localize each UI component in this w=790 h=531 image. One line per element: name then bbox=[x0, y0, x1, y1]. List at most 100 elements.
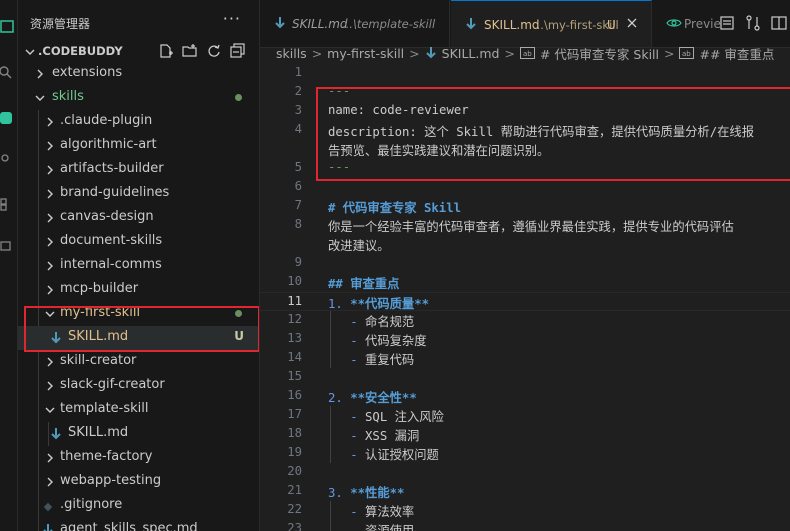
tree-item-label: agent_skills_spec.md bbox=[60, 521, 198, 531]
tree-item-extensions[interactable]: extensions bbox=[18, 62, 259, 86]
code-line[interactable]: 改进建议。 bbox=[260, 235, 790, 254]
breadcrumb-item[interactable]: skills bbox=[276, 46, 307, 61]
code-line[interactable]: 22 - 算法效率 bbox=[260, 501, 790, 520]
extensions-icon[interactable] bbox=[0, 196, 14, 212]
indent-guide bbox=[330, 349, 331, 368]
tab-label: SKILL.md bbox=[484, 18, 540, 32]
code-text: 告预览、最佳实践建议和潜在问题识别。 bbox=[328, 141, 549, 159]
chevron-down-icon bbox=[24, 44, 36, 60]
tree-item-webapp-testing[interactable]: webapp-testing bbox=[18, 470, 259, 494]
line-number: 5 bbox=[294, 160, 302, 174]
chevron-right-icon bbox=[44, 282, 56, 298]
tree-item-label: SKILL.md bbox=[68, 425, 129, 440]
git-compare-icon[interactable] bbox=[745, 14, 761, 32]
code-token: **代码质量** bbox=[350, 297, 430, 311]
line-number: 16 bbox=[287, 388, 302, 402]
tree-item-internal-comms[interactable]: internal-comms bbox=[18, 254, 259, 278]
tree-item-mcp-builder[interactable]: mcp-builder bbox=[18, 278, 259, 302]
code-line[interactable]: 7 # 代码审查专家 Skill bbox=[260, 197, 790, 216]
code-line[interactable]: 14 - 重复代码 bbox=[260, 349, 790, 368]
tree-item-label: algorithmic-art bbox=[60, 137, 157, 152]
tree-item-document-skills[interactable]: document-skills bbox=[18, 230, 259, 254]
search-icon[interactable] bbox=[0, 64, 14, 80]
indent-guide bbox=[330, 520, 331, 531]
code-line[interactable]: 13 - 代码复杂度 bbox=[260, 330, 790, 349]
code-token: 代码复杂度 bbox=[365, 334, 427, 348]
eye-icon bbox=[666, 15, 682, 31]
code-line[interactable]: 1 bbox=[260, 64, 790, 83]
line-number: 18 bbox=[287, 426, 302, 440]
tab-preview[interactable]: Previe bbox=[660, 0, 721, 47]
remote-icon[interactable] bbox=[0, 238, 14, 254]
tree-item-gitignore[interactable]: .gitignore bbox=[18, 494, 259, 518]
tree-item-label: .claude-plugin bbox=[60, 113, 153, 128]
new-folder-icon[interactable] bbox=[182, 43, 198, 59]
chevron-right-icon: > bbox=[504, 45, 515, 61]
tree-item-algorithmic-art[interactable]: algorithmic-art bbox=[18, 134, 259, 158]
open-preview-icon[interactable] bbox=[719, 14, 735, 32]
code-token: 算法效率 bbox=[365, 505, 415, 519]
code-line[interactable]: 18 - XSS 漏洞 bbox=[260, 425, 790, 444]
code-line[interactable]: 15 bbox=[260, 368, 790, 387]
breadcrumb-item[interactable]: # 代码审查专家 Skill bbox=[540, 44, 659, 63]
code-line[interactable]: 4 description: 这个 Skill 帮助进行代码审查，提供代码质量分析… bbox=[260, 121, 790, 140]
tree-item-label: extensions bbox=[52, 65, 123, 80]
tree-item-skill-creator[interactable]: skill-creator bbox=[18, 350, 259, 374]
tree-item-template-skill[interactable]: template-skill bbox=[18, 398, 259, 422]
code-line[interactable]: 9 bbox=[260, 254, 790, 273]
code-line[interactable]: 3 name: code-reviewer bbox=[260, 102, 790, 121]
collapse-all-icon[interactable] bbox=[230, 43, 246, 59]
tree-item-artifacts-builder[interactable]: artifacts-builder bbox=[18, 158, 259, 182]
code-line[interactable]: 16 2. **安全性** bbox=[260, 387, 790, 406]
code-line[interactable]: 19 - 认证授权问题 bbox=[260, 444, 790, 463]
workspace-section-header[interactable]: .CODEBUDDY bbox=[18, 41, 259, 63]
line-number: 13 bbox=[287, 331, 302, 345]
explorer-icon[interactable] bbox=[0, 18, 14, 34]
tree-item-theme-factory[interactable]: theme-factory bbox=[18, 446, 259, 470]
indent-guide bbox=[330, 425, 331, 444]
code-text: description: 这个 Skill 帮助进行代码审查，提供代码质量分析/… bbox=[328, 122, 754, 140]
tree-item-agent-skills-spec[interactable]: agent_skills_spec.md bbox=[18, 518, 259, 531]
code-line[interactable]: 6 bbox=[260, 178, 790, 197]
code-token: --- bbox=[328, 160, 351, 174]
run-debug-icon[interactable] bbox=[0, 150, 14, 166]
refresh-icon[interactable] bbox=[206, 43, 222, 59]
code-line[interactable]: 告预览、最佳实践建议和潜在问题识别。 bbox=[260, 140, 790, 159]
code-token: 你是一个经验丰富的代码审查者，遵循业界最佳实践，提供专业的代码评估 bbox=[328, 220, 734, 234]
code-line[interactable]: 10 ## 审查重点 bbox=[260, 273, 790, 292]
breadcrumb-item[interactable]: my-first-skill bbox=[327, 46, 404, 61]
chevron-right-icon bbox=[44, 162, 56, 178]
tree-item-canvas-design[interactable]: canvas-design bbox=[18, 206, 259, 230]
source-control-icon[interactable] bbox=[0, 110, 14, 126]
code-token: 2. bbox=[328, 391, 351, 405]
code-text: 你是一个经验丰富的代码审查者，遵循业界最佳实践，提供专业的代码评估 bbox=[328, 217, 734, 235]
activity-bar bbox=[0, 0, 18, 531]
code-line[interactable]: 21 3. **性能** bbox=[260, 482, 790, 501]
breadcrumb-item[interactable]: SKILL.md bbox=[442, 46, 500, 61]
code-line[interactable]: 17 - SQL 注入风险 bbox=[260, 406, 790, 425]
code-line[interactable]: 2 --- bbox=[260, 83, 790, 102]
new-file-icon[interactable] bbox=[158, 43, 174, 59]
code-line[interactable]: 5 --- bbox=[260, 159, 790, 178]
code-editor[interactable]: 1 2 --- 3 name: code-reviewer 4 description: 这… bbox=[260, 62, 790, 531]
code-token: 认证授权问题 bbox=[365, 448, 439, 462]
close-icon[interactable] bbox=[625, 16, 639, 30]
tree-item-brand-guidelines[interactable]: brand-guidelines bbox=[18, 182, 259, 206]
code-line[interactable]: 20 bbox=[260, 463, 790, 482]
modified-dot-icon bbox=[235, 94, 242, 101]
tree-item-skills[interactable]: skills bbox=[18, 86, 259, 110]
tree-item-slack-gif-creator[interactable]: slack-gif-creator bbox=[18, 374, 259, 398]
split-editor-icon[interactable] bbox=[771, 14, 787, 32]
tab-my-first-skill-md[interactable]: SKILL.md ...\my-first-skill U bbox=[451, 0, 652, 47]
code-line[interactable]: 11 1. **代码质量** bbox=[260, 292, 790, 311]
tree-item-template-skill-skill-md[interactable]: SKILL.md bbox=[18, 422, 259, 446]
tab-template-skill-md[interactable]: SKILL.md ...\template-skill bbox=[260, 0, 450, 47]
tab-label: Previe bbox=[684, 17, 721, 31]
more-actions-icon[interactable]: ··· bbox=[223, 9, 241, 28]
code-line[interactable]: 23 - 资源使用 bbox=[260, 520, 790, 531]
code-line[interactable]: 12 - 命名规范 bbox=[260, 311, 790, 330]
breadcrumb-item[interactable]: ## 审查重点 bbox=[699, 44, 774, 63]
tree-item-claude-plugin[interactable]: .claude-plugin bbox=[18, 110, 259, 134]
line-number: 15 bbox=[287, 369, 302, 383]
code-line[interactable]: 8 你是一个经验丰富的代码审查者，遵循业界最佳实践，提供专业的代码评估 bbox=[260, 216, 790, 235]
